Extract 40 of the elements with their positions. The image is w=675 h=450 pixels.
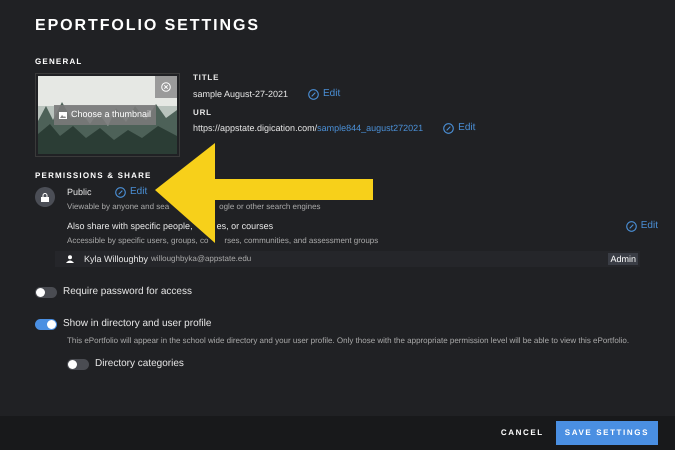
share-description: rses, communities, and assessment groups [224, 236, 378, 246]
toggle-switch[interactable] [35, 318, 57, 330]
toggle-switch[interactable] [35, 286, 57, 298]
edit-link[interactable]: Edit [308, 88, 340, 100]
pencil-icon [308, 88, 319, 100]
choose-thumbnail-button[interactable]: Choose a thumbnail [54, 105, 156, 125]
toggle-label: Show in directory and user profile [63, 318, 212, 330]
person-icon [66, 255, 74, 263]
toggle-label: Require password for access [63, 286, 192, 298]
role-badge: Admin [608, 253, 638, 265]
pencil-icon [115, 186, 126, 198]
toggle-label: Directory categories [95, 358, 184, 370]
user-email: willoughbyka@appstate.edu [151, 254, 252, 264]
close-icon [161, 82, 171, 92]
remove-thumbnail-button[interactable] [155, 76, 177, 98]
share-label: es, or courses [216, 220, 274, 232]
share-label: Also share with specific people, [67, 220, 193, 232]
user-name: Kyla Willoughby [84, 253, 148, 265]
section-heading: GENERAL [35, 57, 83, 67]
edit-link[interactable]: Edit [443, 122, 476, 134]
field-label: TITLE [193, 73, 220, 83]
toggle-description: This ePortfolio will appear in the school wide directory and your user profile. Only those with the appropriate permission level will be able to view this ePortfolio. [67, 336, 630, 346]
lock-icon [35, 187, 55, 207]
url-value: https://appstate.digication.com/sample844_august272021 [193, 122, 424, 134]
page-title: EPORTFOLIO SETTINGS [35, 16, 260, 36]
share-description: Accessible by specific users, groups, co [67, 236, 208, 246]
edit-link[interactable]: Edit [115, 186, 148, 198]
visibility-description: Viewable by anyone and sea [67, 202, 170, 212]
field-label: URL [193, 108, 212, 118]
visibility-label: Public [67, 186, 93, 198]
edit-link[interactable]: Edit [626, 220, 658, 232]
image-icon [59, 112, 67, 118]
section-heading: PERMISSIONS & SHARE [35, 171, 152, 181]
visibility-description: ogle or other search engines [219, 202, 321, 212]
save-settings-button[interactable]: SAVE SETTINGS [556, 421, 658, 445]
cancel-button[interactable]: CANCEL [498, 427, 546, 439]
pencil-icon [443, 122, 454, 134]
title-value: sample August-27-2021 [193, 88, 290, 100]
toggle-switch[interactable] [67, 358, 89, 370]
pencil-icon [626, 220, 637, 232]
